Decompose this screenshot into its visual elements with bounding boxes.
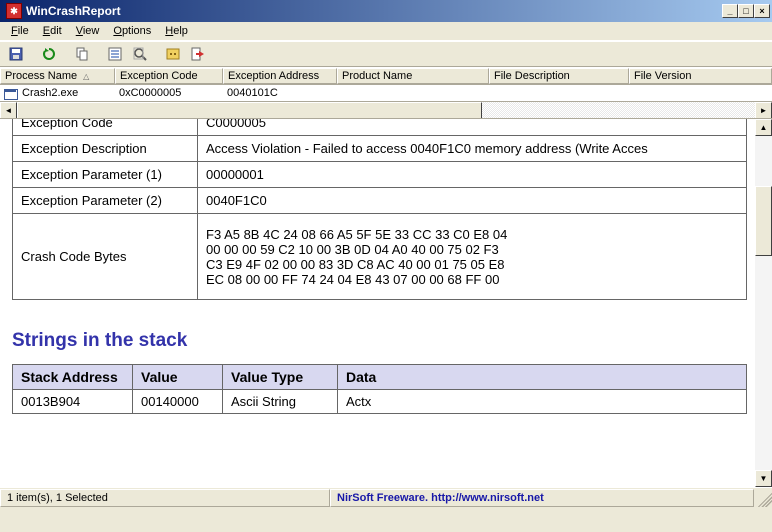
copy-icon[interactable]	[70, 43, 93, 65]
col-stack-address[interactable]: Stack Address	[13, 365, 133, 390]
value-crash-bytes: F3 A5 8B 4C 24 08 66 A5 5F 5E 33 CC 33 C…	[198, 214, 747, 300]
app-icon: ✱	[6, 3, 22, 19]
table-row: Exception DescriptionAccess Violation - …	[13, 136, 747, 162]
col-file-description[interactable]: File Description	[489, 68, 629, 84]
cell-stack-value: 00140000	[133, 390, 223, 414]
menubar: File Edit View Options Help	[0, 22, 772, 41]
vscroll-thumb[interactable]	[755, 186, 772, 256]
hscroll-thumb[interactable]	[17, 102, 482, 119]
sort-asc-icon: △	[83, 72, 89, 81]
value-exception-description: Access Violation - Failed to access 0040…	[198, 136, 747, 162]
cell-value-type: Ascii String	[223, 390, 338, 414]
refresh-icon[interactable]	[37, 43, 60, 65]
menu-view[interactable]: View	[69, 23, 107, 39]
cell-exaddr: 0040101C	[223, 87, 337, 99]
value-exception-param1: 00000001	[198, 162, 747, 188]
save-icon[interactable]	[4, 43, 27, 65]
close-button[interactable]: ×	[754, 4, 770, 18]
detail-vscroll[interactable]: ▲ ▼	[755, 119, 772, 487]
cell-excode: 0xC0000005	[115, 87, 223, 99]
stack-strings-table: Stack Address Value Value Type Data 0013…	[12, 364, 747, 414]
maximize-button[interactable]: □	[738, 4, 754, 18]
col-value-type[interactable]: Value Type	[223, 365, 338, 390]
col-process[interactable]: Process Name△	[0, 68, 115, 84]
label-exception-param1: Exception Parameter (1)	[13, 162, 198, 188]
scroll-down-icon[interactable]: ▼	[755, 470, 772, 487]
hscroll-track[interactable]	[17, 102, 755, 118]
toolbar	[0, 41, 772, 67]
label-exception-code: Exception Code	[13, 119, 198, 136]
options-icon[interactable]	[161, 43, 184, 65]
col-exception-address[interactable]: Exception Address	[223, 68, 337, 84]
table-row: 0013B904 00140000 Ascii String Actx	[13, 390, 747, 414]
cell-process: Crash2.exe	[0, 86, 115, 100]
col-exception-code[interactable]: Exception Code	[115, 68, 223, 84]
titlebar: ✱ WinCrashReport _ □ ×	[0, 0, 772, 22]
resize-grip-icon[interactable]	[754, 489, 772, 507]
vscroll-track[interactable]	[755, 136, 772, 470]
table-row: Exception CodeC0000005	[13, 119, 747, 136]
table-row: Crash Code BytesF3 A5 8B 4C 24 08 66 A5 …	[13, 214, 747, 300]
section-title-strings: Strings in the stack	[12, 330, 747, 352]
menu-help[interactable]: Help	[158, 23, 195, 39]
value-exception-param2: 0040F1C0	[198, 188, 747, 214]
list-header: Process Name△ Exception Code Exception A…	[0, 67, 772, 84]
cell-stack-addr: 0013B904	[13, 390, 133, 414]
cell-data: Actx	[338, 390, 747, 414]
detail-pane: Exception CodeC0000005 Exception Descrip…	[0, 118, 772, 487]
minimize-button[interactable]: _	[722, 4, 738, 18]
menu-edit[interactable]: Edit	[36, 23, 69, 39]
table-row: Exception Parameter (2)0040F1C0	[13, 188, 747, 214]
properties-icon[interactable]	[103, 43, 126, 65]
process-list[interactable]: Crash2.exe 0xC0000005 0040101C	[0, 84, 772, 101]
scroll-right-icon[interactable]: ►	[755, 102, 772, 119]
menu-options[interactable]: Options	[106, 23, 158, 39]
col-product-name[interactable]: Product Name	[337, 68, 489, 84]
scroll-up-icon[interactable]: ▲	[755, 119, 772, 136]
label-exception-description: Exception Description	[13, 136, 198, 162]
list-row[interactable]: Crash2.exe 0xC0000005 0040101C	[0, 85, 772, 101]
menu-file[interactable]: File	[4, 23, 36, 39]
status-text: 1 item(s), 1 Selected	[0, 489, 330, 507]
find-icon[interactable]	[128, 43, 151, 65]
value-exception-code: C0000005	[198, 119, 747, 136]
col-data[interactable]: Data	[338, 365, 747, 390]
table-row: Exception Parameter (1)00000001	[13, 162, 747, 188]
process-icon	[4, 86, 20, 100]
window-title: WinCrashReport	[26, 4, 722, 18]
statusbar: 1 item(s), 1 Selected NirSoft Freeware. …	[0, 487, 772, 507]
scroll-left-icon[interactable]: ◄	[0, 102, 17, 119]
crash-info-table: Exception CodeC0000005 Exception Descrip…	[12, 119, 747, 300]
col-file-version[interactable]: File Version	[629, 68, 772, 84]
exit-icon[interactable]	[186, 43, 209, 65]
status-link[interactable]: NirSoft Freeware. http://www.nirsoft.net	[330, 489, 754, 507]
label-crash-bytes: Crash Code Bytes	[13, 214, 198, 300]
label-exception-param2: Exception Parameter (2)	[13, 188, 198, 214]
list-hscroll[interactable]: ◄ ►	[0, 101, 772, 118]
col-stack-value[interactable]: Value	[133, 365, 223, 390]
